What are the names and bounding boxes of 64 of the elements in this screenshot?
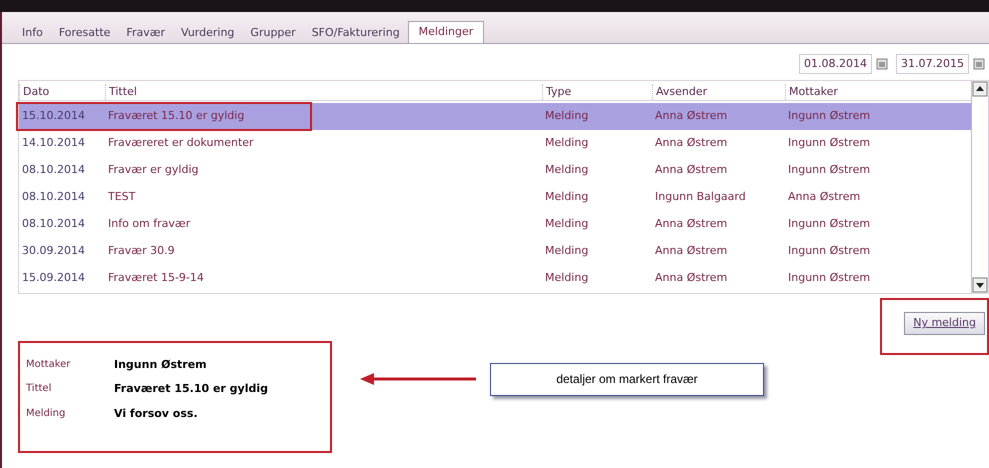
table-cell-text: Melding [544, 135, 590, 152]
table-row[interactable]: 08.10.2014 Info om fravær Melding Anna Østrem Ingunn Østrem [19, 211, 971, 238]
field-label: Melding [26, 406, 66, 420]
table-cell-text: Fravær 30.9 [107, 243, 176, 260]
column-header[interactable]: Dato [19, 84, 105, 100]
field-value: Ingunn Østrem [114, 356, 207, 372]
date-field[interactable]: 01.08.2014 [799, 54, 872, 74]
field-value: Fraværet 15.10 er gyldig [114, 381, 268, 397]
tab[interactable]: SFO/Fakturering [304, 23, 408, 43]
table-cell-text: Anna Østrem [654, 108, 728, 124]
table-row[interactable]: 15.09.2014 Fraværet 15-9-14 Melding Anna Østrem Ingunn Østrem [19, 265, 971, 292]
table-cell-text: Ingunn Balgaard [654, 189, 747, 206]
table-row[interactable]: 08.10.2014 Fravær er gyldig Melding Anna Østrem Ingunn Østrem [19, 157, 971, 184]
table-cell-text: 15.10.2014 [21, 108, 86, 124]
table-cell-text: Info om fravær [107, 216, 192, 232]
table-cell-text: Ingunn Østrem [787, 216, 872, 232]
table-row[interactable]: 30.09.2014 Fravær 30.9 Melding Anna Østrem Ingunn Østrem [19, 238, 971, 265]
table-cell-text: 08.10.2014 [21, 162, 86, 178]
table-cell-text: 14.10.2014 [21, 135, 86, 152]
tab[interactable]: Foresatte [50, 23, 118, 43]
table-cell-text: Melding [544, 189, 590, 206]
table-cell-text: TEST [107, 189, 136, 206]
table-row[interactable]: 14.10.2014 Fraværeret er dokumenter Melding Anna Østrem Ingunn Østrem [19, 130, 971, 157]
table-cell-text: Anna Østrem [654, 135, 728, 152]
table-cell-text: Fraværeret er dokumenter [107, 135, 255, 152]
column-header[interactable]: Tittel [105, 84, 542, 100]
table-cell-text: 15.09.2014 [21, 270, 86, 286]
table-cell-text: Fraværet 15-9-14 [107, 270, 205, 286]
field-label: Mottaker [26, 358, 72, 372]
field-value: Vi forsov oss. [114, 406, 198, 422]
table-cell-text: Ingunn Østrem [787, 135, 872, 152]
table-cell-text: Melding [544, 108, 590, 124]
field-label: Tittel [26, 382, 52, 396]
tab[interactable]: Fravær [118, 23, 174, 43]
table-cell-text: Ingunn Østrem [787, 270, 872, 286]
table-cell-text: Ingunn Østrem [787, 243, 872, 260]
tab[interactable]: Vurdering [173, 23, 242, 43]
table-cell-text: Ingunn Østrem [787, 108, 872, 124]
column-header[interactable]: Type [542, 84, 652, 100]
date-field[interactable]: 31.07.2015 [896, 54, 969, 74]
table-row[interactable]: 08.10.2014 TEST Melding Ingunn Balgaard Anna Østrem [19, 184, 971, 211]
tab[interactable]: Info [14, 23, 51, 43]
table-cell-text: Fraværet 15.10 er gyldig [107, 108, 246, 124]
table-cell-text: Melding [544, 216, 590, 232]
table-cell-text: Ingunn Østrem [787, 162, 872, 178]
tab[interactable]: Meldinger [408, 21, 484, 43]
table-cell-text: Anna Østrem [654, 216, 728, 232]
table-cell-text: Anna Østrem [654, 270, 728, 286]
table-cell-text: Melding [544, 270, 590, 286]
table-cell-text: 30.09.2014 [21, 243, 86, 260]
table-row[interactable]: 15.10.2014 Fraværet 15.10 er gyldig Melding Anna Østrem Ingunn Østrem [19, 103, 971, 130]
column-header[interactable]: Avsender [652, 84, 785, 100]
table-cell-text: Fravær er gyldig [107, 162, 200, 178]
table-cell-text: 08.10.2014 [21, 189, 86, 206]
table-cell-text: Anna Østrem [654, 162, 728, 178]
table-cell-text: Anna Østrem [787, 189, 862, 206]
table-cell-text: Melding [544, 162, 590, 178]
tab[interactable]: Grupper [242, 23, 304, 43]
table-cell-text: Anna Østrem [654, 243, 728, 260]
table-cell-text: Melding [544, 243, 590, 260]
column-header[interactable]: Mottaker [785, 84, 971, 100]
table-cell-text: 08.10.2014 [21, 216, 86, 232]
new-message-button[interactable]: Ny melding [904, 312, 985, 334]
callout-box: detaljer om markert fravær [490, 362, 764, 396]
